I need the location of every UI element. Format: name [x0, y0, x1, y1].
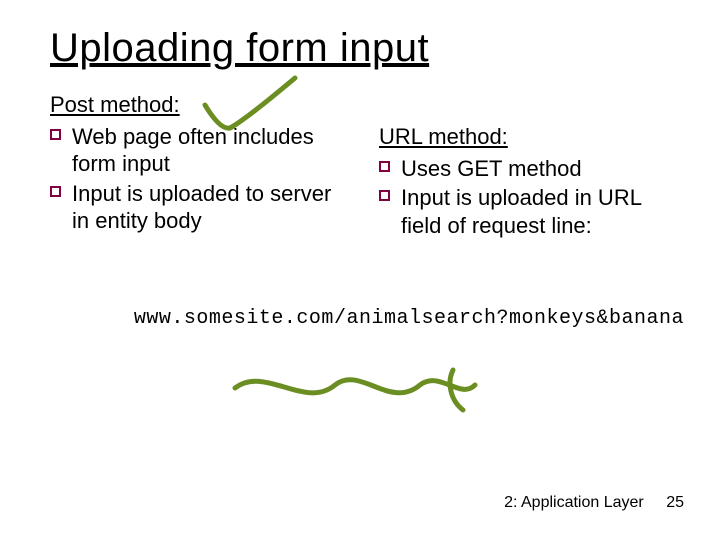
list-item: Web page often includes form input — [50, 123, 351, 178]
slide-title: Uploading form input — [50, 26, 680, 71]
list-item: Uses GET method — [379, 155, 680, 183]
list-item: Input is uploaded to server in entity bo… — [50, 180, 351, 235]
list-item-text: Input is uploaded to server in entity bo… — [72, 181, 331, 234]
content-columns: Post method: Web page often includes for… — [50, 91, 680, 247]
footer-page-number: 25 — [666, 494, 684, 511]
url-method-list: Uses GET method Input is uploaded in URL… — [379, 155, 680, 240]
post-method-heading: Post method: — [50, 91, 351, 119]
slide: Uploading form input Post method: Web pa… — [0, 0, 720, 540]
url-method-heading: URL method: — [379, 123, 680, 151]
footer-chapter: 2: Application Layer — [504, 494, 644, 511]
list-item-text: Input is uploaded in URL field of reques… — [401, 185, 641, 238]
url-example: www.somesite.com/animalsearch?monkeys&ba… — [50, 307, 684, 330]
list-item-text: Web page often includes form input — [72, 124, 314, 177]
list-item: Input is uploaded in URL field of reques… — [379, 184, 680, 239]
left-column: Post method: Web page often includes for… — [50, 91, 351, 247]
footer: 2: Application Layer 25 — [504, 494, 684, 512]
post-method-list: Web page often includes form input Input… — [50, 123, 351, 235]
right-column: URL method: Uses GET method Input is upl… — [379, 91, 680, 247]
list-item-text: Uses GET method — [401, 156, 582, 181]
squiggle-annotation-icon — [225, 360, 485, 420]
